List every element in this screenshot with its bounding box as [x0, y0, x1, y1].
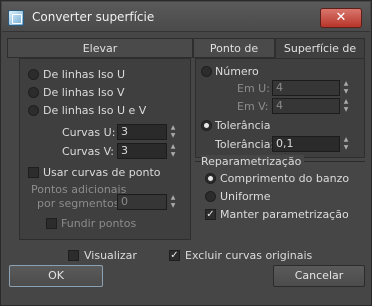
radio-iso-v[interactable] — [28, 87, 39, 98]
curves-v-label: Curvas V: — [62, 145, 114, 158]
tolerance-spinner[interactable]: 0,1 ▲ ▼ — [272, 136, 352, 152]
checkmark-icon: ✓ — [170, 250, 179, 261]
extra-points-spinner[interactable]: 0 ▲ ▼ — [117, 194, 179, 210]
radio-chord-length[interactable] — [205, 173, 216, 184]
preview-label: Visualizar — [84, 249, 137, 262]
merge-points-checkbox[interactable] — [46, 218, 57, 229]
merge-points-label: Fundir pontos — [61, 217, 137, 230]
radio-uniform[interactable] — [205, 191, 216, 202]
use-point-curves-label: Usar curvas de ponto — [43, 166, 161, 179]
uniform-label: Uniforme — [220, 190, 271, 203]
chord-length-label: Comprimento do banzo — [220, 172, 350, 185]
window-title: Converter superfície — [32, 10, 155, 24]
radio-number-label: Número — [215, 65, 259, 78]
keep-param-label: Manter parametrização — [220, 208, 349, 221]
reparam-group-title: Reparametrização — [201, 155, 305, 168]
radio-number[interactable] — [201, 66, 212, 77]
tab-superficie-de-vc[interactable]: Superfície de VC — [275, 38, 365, 74]
in-u-spinner[interactable]: 4 ▲ ▼ — [272, 80, 352, 96]
converter-surface-dialog: Converter superfície ✕ Elevar Ponto de a… — [0, 0, 372, 306]
ok-button[interactable]: OK — [9, 265, 103, 287]
cancel-button[interactable]: Cancelar — [273, 265, 365, 287]
curves-u-label: Curvas U: — [62, 126, 116, 139]
in-v-field[interactable]: 4 — [272, 98, 340, 114]
extra-points-label-2: por segmentos: — [37, 197, 124, 210]
in-v-label: Em V: — [237, 100, 269, 113]
radio-iso-u-label: De linhas Iso U — [43, 68, 126, 81]
spinner-arrows-icon[interactable]: ▲ ▼ — [168, 194, 178, 210]
extra-points-label-1: Pontos adicionais — [31, 183, 127, 196]
exclude-original-label: Excluir curvas originais — [185, 249, 313, 262]
spinner-arrows-icon[interactable]: ▲ ▼ — [341, 98, 351, 114]
radio-iso-uv-label: De linhas Iso U e V — [43, 104, 147, 117]
in-u-label: Em U: — [237, 82, 270, 95]
radio-iso-u[interactable] — [28, 69, 39, 80]
title-bar[interactable]: Converter superfície ✕ — [2, 2, 370, 32]
in-v-spinner[interactable]: 4 ▲ ▼ — [272, 98, 352, 114]
curves-u-spinner[interactable]: 3 ▲ ▼ — [117, 124, 179, 140]
radio-iso-v-label: De linhas Iso V — [43, 86, 125, 99]
close-icon: ✕ — [335, 10, 347, 25]
tab-ponto-de-ajuste[interactable]: Ponto de ajuste — [193, 38, 275, 74]
spinner-arrows-icon[interactable]: ▲ ▼ — [341, 80, 351, 96]
in-u-field[interactable]: 4 — [272, 80, 340, 96]
tolerance-label: Tolerância: — [215, 138, 275, 151]
curves-u-field[interactable]: 3 — [117, 124, 167, 140]
spinner-arrows-icon[interactable]: ▲ ▼ — [341, 136, 351, 152]
close-button[interactable]: ✕ — [320, 8, 362, 28]
checkmark-icon: ✓ — [206, 209, 215, 220]
exclude-original-checkbox[interactable]: ✓ — [169, 250, 180, 261]
use-point-curves-checkbox[interactable] — [28, 167, 39, 178]
keep-param-checkbox[interactable]: ✓ — [205, 209, 216, 220]
extra-points-field[interactable]: 0 — [117, 194, 167, 210]
curves-v-field[interactable]: 3 — [117, 143, 167, 159]
radio-iso-uv[interactable] — [28, 105, 39, 116]
tab-elevar[interactable]: Elevar — [7, 38, 193, 58]
spinner-arrows-icon[interactable]: ▲ ▼ — [168, 143, 178, 159]
curves-v-spinner[interactable]: 3 ▲ ▼ — [117, 143, 179, 159]
spinner-arrows-icon[interactable]: ▲ ▼ — [168, 124, 178, 140]
app-icon — [8, 10, 24, 26]
tolerance-field[interactable]: 0,1 — [272, 136, 340, 152]
radio-tolerance[interactable] — [201, 120, 212, 131]
preview-checkbox[interactable] — [68, 250, 79, 261]
radio-tolerance-label: Tolerância — [215, 119, 271, 132]
